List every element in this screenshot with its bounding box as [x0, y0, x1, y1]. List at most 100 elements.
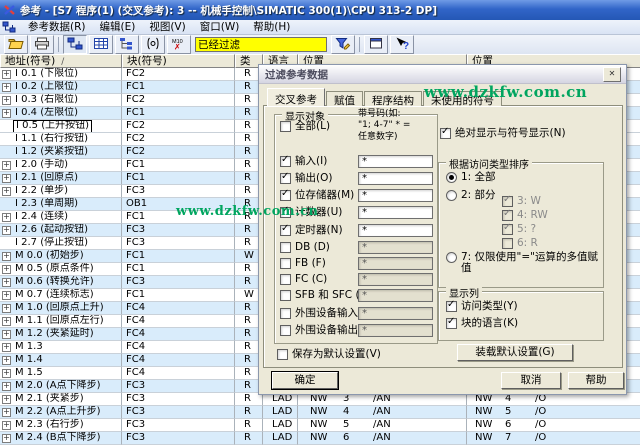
expand-plus-icon[interactable]: + — [2, 382, 11, 391]
expand-plus-icon[interactable]: + — [2, 369, 11, 378]
expand-plus-icon[interactable]: + — [2, 434, 11, 443]
object-filter-checkbox[interactable] — [280, 242, 291, 253]
expand-plus-icon[interactable]: + — [2, 278, 11, 287]
assignment-table-button[interactable] — [89, 35, 113, 54]
expand-plus-icon[interactable]: + — [2, 226, 11, 235]
address-symbol-cell[interactable]: I 2.1 (回原点) — [13, 172, 80, 184]
object-filter-value-field[interactable]: * — [358, 172, 433, 185]
address-symbol-cell[interactable]: M 1.0 (回原点上升) — [13, 302, 106, 314]
table-row-M-2.4[interactable]: +M 2.4 (B点下降步)FC3RLADNW6/ANNW7/O — [0, 432, 640, 445]
object-filter-0[interactable]: 输入(I) — [280, 156, 327, 167]
menu-item-1[interactable]: 编辑(E) — [93, 20, 143, 34]
object-filter-checkbox[interactable] — [280, 173, 291, 184]
menu-item-4[interactable]: 帮助(H) — [246, 20, 297, 34]
expand-plus-icon[interactable]: + — [2, 408, 11, 417]
object-filter-5[interactable]: DB (D) — [280, 242, 330, 253]
object-filter-3[interactable]: 计数器(U) — [280, 207, 342, 218]
object-filter-checkbox[interactable] — [280, 156, 291, 167]
address-symbol-cell[interactable]: I 0.4 (左限位) — [13, 107, 80, 119]
sort-all-radio[interactable]: 1: 全部 — [446, 172, 496, 183]
menu-item-0[interactable]: 参考数据(R) — [21, 20, 93, 34]
expand-plus-icon[interactable]: + — [2, 83, 11, 92]
object-filter-7[interactable]: FC (C) — [280, 274, 327, 285]
object-filter-6[interactable]: FB (F) — [280, 258, 326, 269]
table-row-M-2.2[interactable]: +M 2.2 (A点上升步)FC3RLADNW4/ANNW5/O — [0, 406, 640, 419]
object-filter-1[interactable]: 输出(O) — [280, 173, 332, 184]
tab-交叉参考[interactable]: 交叉参考 — [267, 88, 325, 106]
sort-all-radio-button[interactable] — [446, 172, 457, 183]
address-symbol-cell[interactable]: M 2.1 (夹紧步) — [13, 393, 86, 405]
tab-程序结构[interactable]: 程序结构 — [364, 91, 422, 106]
address-symbol-cell[interactable]: M 1.1 (回原点左行) — [13, 315, 106, 327]
program-structure-button[interactable] — [115, 35, 139, 54]
object-filter-8[interactable]: SFB 和 SFC (S) — [280, 290, 370, 301]
address-symbol-cell[interactable]: M 0.6 (转换允许) — [13, 276, 96, 288]
address-symbol-cell[interactable]: M 0.0 (初始步) — [13, 250, 86, 262]
save-default-checkbox-box[interactable] — [277, 349, 288, 360]
address-symbol-cell[interactable]: M 2.4 (B点下降步) — [13, 432, 103, 444]
expand-plus-icon[interactable]: + — [2, 421, 11, 430]
expand-plus-icon[interactable]: + — [2, 252, 11, 261]
address-symbol-cell[interactable]: M 1.4 — [13, 354, 45, 366]
load-default-button[interactable]: 装载默认设置(G) — [457, 344, 573, 361]
address-symbol-cell[interactable]: M 2.2 (A点上升步) — [13, 406, 103, 418]
object-filter-value-field[interactable]: * — [358, 155, 433, 168]
expand-plus-icon[interactable]: + — [2, 96, 11, 105]
expand-plus-icon[interactable]: + — [2, 291, 11, 300]
object-filter-value-field[interactable]: * — [358, 224, 433, 237]
object-filter-checkbox[interactable] — [280, 225, 291, 236]
address-symbol-cell[interactable]: I 2.4 (连续) — [13, 211, 70, 223]
filter-button[interactable] — [331, 35, 355, 54]
address-symbol-cell[interactable]: I 2.2 (单步) — [13, 185, 70, 197]
sort-multi-assign-radio-button[interactable] — [446, 252, 457, 263]
expand-plus-icon[interactable]: + — [2, 161, 11, 170]
unused-symbols-button[interactable] — [141, 35, 165, 54]
all-checkbox-box[interactable] — [280, 121, 291, 132]
expand-plus-icon[interactable]: + — [2, 343, 11, 352]
object-filter-checkbox[interactable] — [280, 290, 291, 301]
address-symbol-cell[interactable]: I 0.5 (上升按钮) — [13, 120, 92, 133]
expand-plus-icon[interactable]: + — [2, 356, 11, 365]
cross-reference-button[interactable] — [63, 35, 87, 54]
address-symbol-cell[interactable]: M 1.2 (夹紧延时) — [13, 328, 96, 340]
expand-plus-icon[interactable]: + — [2, 330, 11, 339]
address-symbol-cell[interactable]: I 0.3 (右限位) — [13, 94, 80, 106]
filter-combo-input[interactable] — [195, 37, 327, 52]
address-symbol-cell[interactable]: I 0.1 (下限位) — [13, 68, 80, 80]
dialog-title-bar[interactable]: 过滤参考数据 — [259, 65, 626, 84]
address-symbol-cell[interactable]: I 0.2 (上限位) — [13, 81, 80, 93]
open-folder-button[interactable] — [4, 35, 28, 54]
object-filter-checkbox[interactable] — [280, 308, 291, 319]
address-symbol-cell[interactable]: I 1.1 (右行按钮) — [13, 133, 90, 145]
display-column-0[interactable]: 访问类型(Y) — [446, 301, 518, 312]
address-symbol-cell[interactable]: I 2.6 (起动按钮) — [13, 224, 90, 236]
expand-plus-icon[interactable]: + — [2, 187, 11, 196]
object-filter-4[interactable]: 定时器(N) — [280, 225, 343, 236]
ok-button[interactable]: 确定 — [272, 372, 338, 389]
save-default-checkbox[interactable]: 保存为默认设置(V) — [277, 349, 381, 360]
address-symbol-cell[interactable]: M 0.5 (原点条件) — [13, 263, 96, 275]
expand-plus-icon[interactable]: + — [2, 395, 11, 404]
help-button[interactable]: 帮助 — [568, 372, 624, 389]
address-symbol-cell[interactable]: M 2.0 (A点下降步) — [13, 380, 103, 392]
address-without-symbol-button[interactable]: M10✗ — [167, 35, 191, 54]
display-column-checkbox[interactable] — [446, 301, 457, 312]
object-filter-value-field[interactable]: * — [358, 206, 433, 219]
help-pointer-button[interactable]: ? — [390, 35, 414, 54]
object-filter-checkbox[interactable] — [280, 258, 291, 269]
object-filter-value-field[interactable]: * — [358, 189, 433, 202]
expand-plus-icon[interactable]: + — [2, 70, 11, 79]
expand-plus-icon[interactable]: + — [2, 265, 11, 274]
address-symbol-cell[interactable]: M 1.5 — [13, 367, 45, 379]
all-checkbox[interactable]: 全部(L) — [280, 121, 330, 132]
address-symbol-cell[interactable]: I 2.3 (单周期) — [13, 198, 80, 210]
object-filter-checkbox[interactable] — [280, 207, 291, 218]
sort-multi-assign-radio[interactable]: 7: 仅限使用"="运算的多值赋值 — [446, 252, 603, 274]
address-symbol-cell[interactable]: I 2.0 (手动) — [13, 159, 70, 171]
address-symbol-cell[interactable]: M 1.3 — [13, 341, 45, 353]
tab-未使用的符号[interactable]: 未使用的符号 — [423, 91, 502, 106]
absolute-symbolic-checkbox-box[interactable] — [440, 128, 451, 139]
expand-plus-icon[interactable]: + — [2, 109, 11, 118]
table-row-M-2.3[interactable]: +M 2.3 (右行步)FC3RLADNW5/ANNW6/O — [0, 419, 640, 432]
sort-partial-radio[interactable]: 2: 部分 — [446, 190, 496, 201]
